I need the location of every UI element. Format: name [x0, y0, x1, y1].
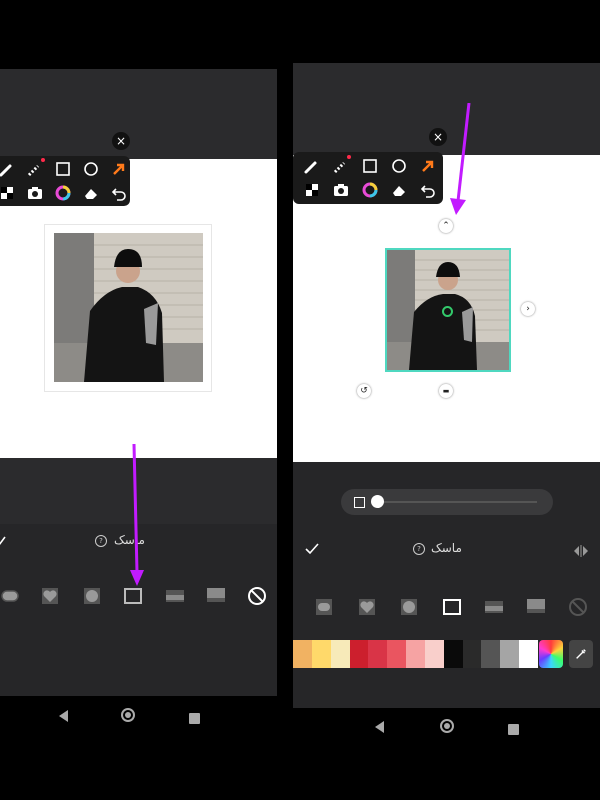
camera-icon[interactable]	[330, 179, 352, 201]
right-screen: × ⌃ › ↺ ▬ ? ماسک	[293, 63, 600, 708]
square-frame-shape[interactable]	[123, 586, 143, 606]
brush-icon[interactable]	[301, 155, 323, 177]
color-swatch[interactable]	[406, 640, 426, 668]
annotation-arrow	[130, 444, 144, 586]
checker-icon[interactable]	[301, 179, 323, 201]
resize-bottom-handle[interactable]: ▬	[439, 384, 453, 398]
mask-label: ماسک	[431, 541, 462, 555]
right-nav-bar	[293, 708, 600, 748]
eraser-brush-icon[interactable]	[330, 155, 352, 177]
circle-shape[interactable]	[399, 597, 419, 617]
size-slider[interactable]	[341, 489, 553, 515]
color-swatch[interactable]	[500, 640, 520, 668]
home-nav-icon[interactable]	[120, 707, 136, 727]
color-swatch[interactable]	[387, 640, 407, 668]
undo-icon[interactable]	[108, 182, 130, 204]
square-icon[interactable]	[359, 155, 381, 177]
rounded-rect-shape[interactable]	[0, 586, 20, 606]
heart-shape[interactable]	[357, 597, 377, 617]
red-dot-indicator	[41, 158, 45, 162]
camera-icon[interactable]	[24, 182, 46, 204]
color-swatch[interactable]	[311, 640, 332, 668]
rotate-handle[interactable]: ↺	[357, 384, 371, 398]
none-shape[interactable]	[247, 586, 267, 606]
color-wheel-icon[interactable]	[52, 182, 74, 204]
none-shape[interactable]	[568, 597, 588, 617]
color-swatch[interactable]	[443, 640, 464, 668]
flip-icon[interactable]	[573, 542, 589, 557]
circle-shape[interactable]	[82, 586, 102, 606]
color-swatch[interactable]	[424, 640, 445, 668]
bottom-panel: ? ماسک	[293, 462, 600, 708]
eraser-icon[interactable]	[388, 179, 410, 201]
annotation-arrow	[450, 103, 471, 215]
bar-shape[interactable]	[165, 586, 185, 606]
back-nav-icon[interactable]	[57, 708, 69, 727]
confirm-check-icon[interactable]	[0, 532, 6, 545]
drawing-toolbar	[0, 156, 130, 206]
eraser-icon[interactable]	[80, 182, 102, 204]
slider-square-icon	[354, 497, 365, 508]
square-icon[interactable]	[52, 158, 74, 180]
left-nav-bar	[0, 696, 277, 736]
undo-icon[interactable]	[417, 179, 439, 201]
color-swatch[interactable]	[462, 640, 482, 668]
left-screen: × ? ماسک	[0, 69, 277, 696]
bar-shape[interactable]	[484, 597, 504, 617]
circle-icon[interactable]	[388, 155, 410, 177]
center-pivot-handle[interactable]	[442, 306, 453, 317]
chevron-right-handle[interactable]: ›	[521, 302, 535, 316]
help-icon[interactable]: ?	[413, 543, 425, 555]
recents-nav-icon[interactable]	[189, 709, 200, 728]
rainbow-color-picker[interactable]	[539, 640, 563, 668]
color-swatch[interactable]	[368, 640, 388, 668]
home-nav-icon[interactable]	[439, 718, 455, 738]
color-swatch[interactable]	[481, 640, 501, 668]
back-nav-icon[interactable]	[373, 719, 385, 738]
brush-icon[interactable]	[0, 158, 18, 180]
checker-icon[interactable]	[0, 182, 18, 204]
help-icon[interactable]: ?	[95, 535, 107, 547]
confirm-check-icon[interactable]	[305, 541, 319, 555]
eraser-brush-icon[interactable]	[24, 158, 46, 180]
arrow-icon[interactable]	[108, 158, 130, 180]
square-frame-shape[interactable]	[442, 597, 462, 617]
close-button[interactable]: ×	[429, 128, 447, 146]
box-shape[interactable]	[206, 586, 226, 606]
eyedropper-icon[interactable]	[569, 640, 593, 668]
rounded-rect-shape[interactable]	[314, 597, 334, 617]
red-dot-indicator	[347, 155, 351, 159]
color-swatch[interactable]	[519, 640, 539, 668]
box-shape[interactable]	[526, 597, 546, 617]
slider-thumb[interactable]	[371, 495, 384, 508]
photo[interactable]	[385, 248, 511, 372]
heart-shape[interactable]	[40, 586, 60, 606]
arrow-icon[interactable]	[417, 155, 439, 177]
slider-line	[377, 501, 537, 503]
color-swatch[interactable]	[293, 640, 313, 668]
photo[interactable]	[54, 233, 203, 382]
color-swatch[interactable]	[349, 640, 369, 668]
close-button[interactable]: ×	[112, 132, 130, 150]
recents-nav-icon[interactable]	[508, 720, 519, 739]
color-palette	[293, 640, 539, 668]
circle-icon[interactable]	[80, 158, 102, 180]
color-swatch[interactable]	[330, 640, 351, 668]
chevron-up-handle[interactable]: ⌃	[439, 219, 453, 233]
color-wheel-icon[interactable]	[359, 179, 381, 201]
drawing-toolbar	[293, 152, 443, 204]
